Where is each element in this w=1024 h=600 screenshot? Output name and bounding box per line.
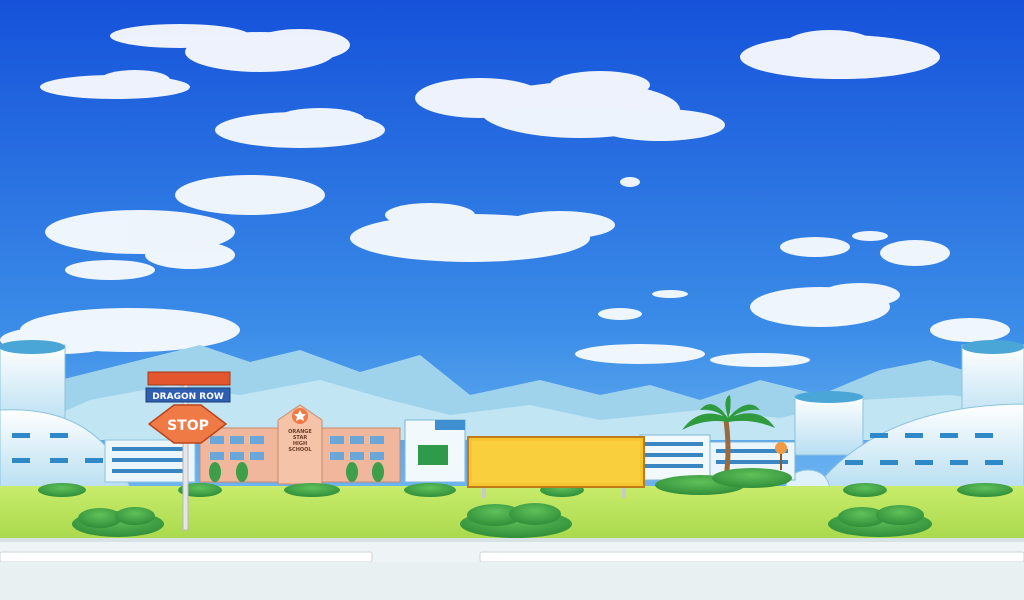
- game-scene: ORANGE STAR HIGH SCHOOL DRAGON ROW STOP: [0, 0, 1024, 600]
- school-name-line4: SCHOOL: [288, 447, 312, 453]
- cloud: [880, 240, 950, 266]
- cloud: [620, 177, 640, 187]
- street-sign-label: DRAGON ROW: [152, 392, 224, 402]
- cloud: [930, 318, 1010, 342]
- road: [0, 538, 1024, 600]
- background-scene: ORANGE STAR HIGH SCHOOL DRAGON ROW STOP: [0, 0, 1024, 600]
- stop-sign-label: STOP: [167, 418, 209, 434]
